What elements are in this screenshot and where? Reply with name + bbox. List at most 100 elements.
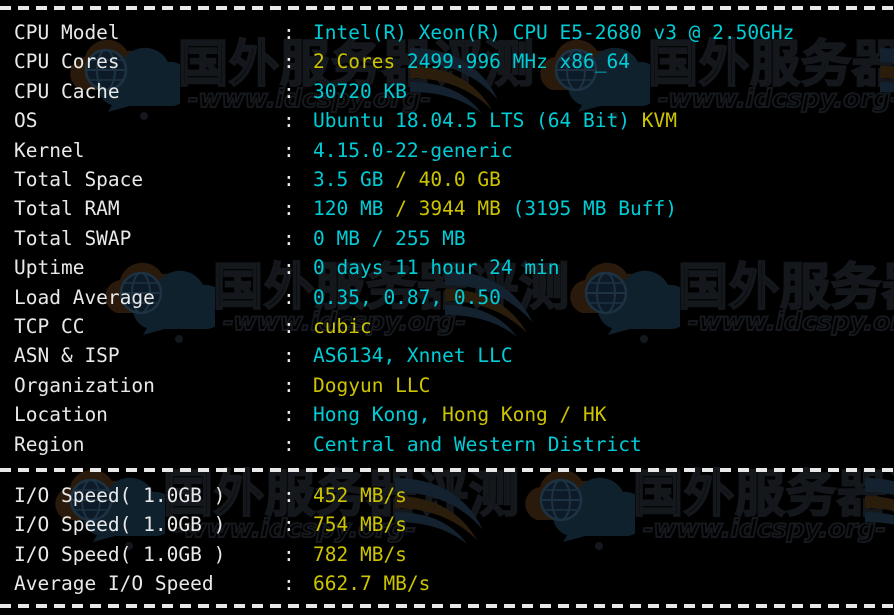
info-row: I/O Speed( 1.0GB ):782 MB/s — [0, 540, 894, 569]
info-row-value: Intel(R) Xeon(R) CPU E5-2680 v3 @ 2.50GH… — [313, 18, 794, 47]
info-row-value: Ubuntu 18.04.5 LTS (64 Bit) KVM — [313, 106, 677, 135]
info-row-label: Total SWAP — [14, 226, 132, 250]
info-row-colon: : — [283, 484, 295, 507]
info-row-colon: : — [283, 285, 295, 309]
info-row: Load Average:0.35, 0.87, 0.50 — [0, 283, 894, 312]
info-row-value: AS6134, Xnnet LLC — [313, 341, 513, 370]
info-row: TCP CC: cubic — [0, 312, 894, 341]
terminal-screen: 国外服务器评测-www.idcspy.org-国外服务器评测-www.idcsp… — [0, 0, 894, 615]
info-row-label: Organization — [14, 373, 155, 397]
value-segment: 662.7 MB/s — [313, 572, 431, 596]
info-row-colon: : — [283, 542, 295, 566]
terminal-output: CPU Model: Intel(R) Xeon(R) CPU E5-2680 v… — [0, 0, 894, 615]
info-row-colon: : — [283, 21, 295, 44]
info-row-colon: : — [283, 432, 295, 456]
info-row-label: Location — [14, 403, 108, 427]
info-row: Total RAM:120 MB / 3944 MB (3195 MB Buff… — [0, 194, 894, 223]
info-row-value: cubic — [313, 312, 372, 341]
value-segment: Intel(R) Xeon(R) CPU E5-2680 v3 @ 2.50GH… — [313, 21, 795, 44]
info-row-colon: : — [283, 373, 295, 397]
info-row-label: I/O Speed( 1.0GB ) — [14, 542, 226, 566]
value-segment: 2 Cores — [313, 50, 396, 74]
info-row-value: 4.15.0-22-generic — [313, 136, 513, 165]
value-segment: 40.0 GB — [418, 168, 501, 191]
info-row: Location: Hong Kong, Hong Kong / HK — [0, 400, 894, 429]
info-row-label: CPU Model — [14, 21, 120, 44]
info-row-value: 452 MB/s — [313, 481, 407, 510]
value-segment: 754 MB/s — [313, 513, 407, 537]
info-row-value: 754 MB/s — [313, 510, 407, 539]
info-row-colon: : — [283, 50, 295, 74]
info-row-value: Central and Western District — [313, 430, 642, 459]
info-row: Organization: Dogyun LLC — [0, 371, 894, 400]
info-row: Total Space:3.5 GB / 40.0 GB — [0, 165, 894, 194]
info-row: I/O Speed( 1.0GB ):754 MB/s — [0, 510, 894, 539]
value-segment: 452 MB/s — [313, 484, 407, 507]
info-row-label: TCP CC — [14, 315, 85, 338]
value-segment: / 3944 MB — [395, 197, 513, 221]
bottom-separator — [0, 604, 894, 608]
value-segment: KVM — [641, 109, 677, 133]
value-segment: 120 MB — [313, 197, 396, 221]
value-segment: 30720 KB — [313, 79, 407, 103]
info-row: Region: Central and Western District — [0, 430, 894, 459]
info-row-colon: : — [283, 344, 295, 368]
info-row-value: 2 Cores 2499.996 MHz x86_64 — [313, 47, 630, 76]
value-segment: 2499.996 MHz x86_64 — [395, 50, 630, 74]
value-segment: 3.5 GB — [313, 168, 396, 191]
info-row-label: Load Average — [14, 285, 155, 309]
info-row-colon: : — [283, 109, 295, 133]
value-segment: 782 MB/s — [313, 542, 407, 566]
info-row-colon: : — [283, 138, 295, 162]
value-segment: Ubuntu 18.04.5 LTS (64 Bit) — [313, 109, 642, 133]
value-segment: 4.15.0-22-generic — [313, 138, 513, 162]
info-row-colon: : — [283, 256, 295, 280]
info-row-label: Total Space — [14, 168, 144, 191]
info-row: Kernel:4.15.0-22-generic — [0, 136, 894, 165]
info-row-label: Total RAM — [14, 197, 120, 221]
value-segment: 0.35, 0.87, 0.50 — [313, 285, 501, 309]
info-row-value: 662.7 MB/s — [313, 569, 430, 598]
info-row-label: Region — [14, 432, 85, 456]
value-segment: / — [395, 168, 419, 191]
info-row-colon: : — [283, 79, 295, 103]
info-row-value: 0 MB / 255 MB — [313, 224, 466, 253]
info-row-colon: : — [283, 197, 295, 221]
info-row-label: Uptime — [14, 256, 85, 280]
info-row-label: OS — [14, 109, 38, 133]
info-row: Average I/O Speed:662.7 MB/s — [0, 569, 894, 598]
middle-separator — [0, 468, 894, 472]
info-row-label: ASN & ISP — [14, 344, 120, 368]
info-row-value: Dogyun LLC — [313, 371, 430, 400]
info-row-label: I/O Speed( 1.0GB ) — [14, 513, 226, 537]
info-row-value: 0.35, 0.87, 0.50 — [313, 283, 501, 312]
info-row-colon: : — [283, 513, 295, 537]
value-segment: Hong Kong / HK — [442, 403, 607, 427]
info-row: Total SWAP:0 MB / 255 MB — [0, 224, 894, 253]
info-row-value: 3.5 GB / 40.0 GB — [313, 165, 501, 194]
info-row-colon: : — [283, 403, 295, 427]
info-row-label: I/O Speed( 1.0GB ) — [14, 484, 226, 507]
top-separator — [0, 6, 894, 10]
value-segment: AS6134, Xnnet LLC — [313, 344, 513, 368]
info-row-value: 30720 KB — [313, 77, 407, 106]
info-row-colon: : — [283, 315, 295, 338]
info-row-colon: : — [283, 226, 295, 250]
info-row-label: CPU Cores — [14, 50, 120, 74]
info-row-value: 0 days 11 hour 24 min — [313, 253, 560, 282]
value-segment: (3195 MB Buff) — [512, 197, 677, 221]
info-row: CPU Cores:2 Cores 2499.996 MHz x86_64 — [0, 47, 894, 76]
info-row: CPU Model: Intel(R) Xeon(R) CPU E5-2680 v… — [0, 18, 894, 47]
info-row-value: Hong Kong, Hong Kong / HK — [313, 400, 607, 429]
info-row: Uptime:0 days 11 hour 24 min — [0, 253, 894, 282]
info-row-label: Average I/O Speed — [14, 572, 214, 596]
value-segment: 0 MB / 255 MB — [313, 226, 466, 250]
value-segment: Dogyun LLC — [313, 373, 431, 397]
info-row-value: 120 MB / 3944 MB (3195 MB Buff) — [313, 194, 677, 223]
value-segment: cubic — [313, 315, 372, 338]
info-row-colon: : — [283, 168, 295, 191]
value-segment: Central and Western District — [313, 432, 642, 456]
value-segment: Hong Kong, — [313, 403, 443, 427]
info-row: OS: Ubuntu 18.04.5 LTS (64 Bit) KVM — [0, 106, 894, 135]
info-row-label: CPU Cache — [14, 79, 120, 103]
